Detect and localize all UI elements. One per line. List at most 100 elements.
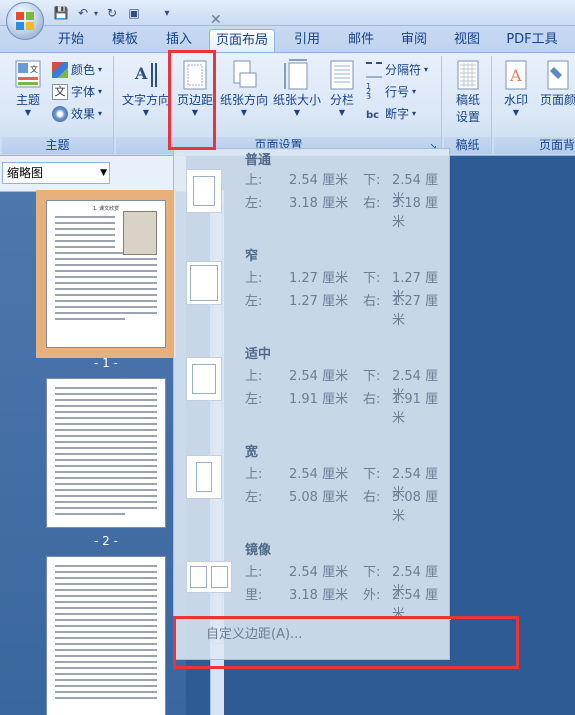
draft-setup-button[interactable]: 稿纸 设置 [448,59,488,125]
office-button[interactable] [6,2,44,40]
right-label: 右: [363,294,381,309]
left-value: 3.18 厘米 [289,196,349,211]
text-direction-icon: A [134,63,157,87]
watermark-button[interactable]: A 水印 ▼ [500,59,532,118]
redo-icon[interactable]: ↻ [103,4,121,22]
watermark-label: 水印 [503,93,528,107]
theme-colors-button[interactable]: 颜色 ▾ [52,60,102,80]
orientation-button[interactable]: 纸张方向 ▼ [218,59,270,118]
right-label: 右: [363,490,381,505]
theme-button[interactable]: 文 主题 ▼ [8,59,48,118]
columns-icon [330,60,354,90]
columns-button[interactable]: 分栏 ▼ [324,59,360,118]
chevron-down-icon: ▼ [240,108,248,117]
right-label: 右: [363,196,381,211]
page-number-2: - 2 - [94,534,118,548]
undo-dropdown-icon[interactable]: ▾ [91,4,101,22]
portrait-image [123,211,157,255]
tab-references[interactable]: 引用 [286,29,328,53]
group-theme-label: 主题 [2,137,113,154]
tab-home[interactable]: 开始 [50,29,92,53]
top-value: 1.27 厘米 [289,271,349,286]
theme-icon: 文 [15,60,41,88]
custom-margins-button[interactable]: 自定义边距(A)... [174,619,451,649]
chevron-down-icon: ▾ [98,109,103,118]
top-label: 上: [245,173,263,188]
line-numbers-button[interactable]: 123 行号 ▾ [366,82,416,102]
draft-paper-icon [457,60,479,90]
inside-label: 里: [245,588,263,603]
top-value: 2.54 厘米 [289,173,349,188]
undo-icon[interactable]: ↶ [74,4,92,22]
margins-button[interactable]: 页边距 ▼ [174,59,216,118]
tab-mailings[interactable]: 邮件 [340,29,382,53]
margin-option-title: 镜像 [245,543,272,558]
top-label: 上: [245,565,263,580]
margin-option-title: 普通 [245,153,272,168]
bottom-label: 下: [363,173,381,188]
print-preview-icon[interactable]: ▣ [125,4,143,22]
ribbon: 文 主题 ▼ 颜色 ▾ 文 字体 ▾ 效果 ▾ 主题 A 文字方向 ▼ 页边距 … [0,52,575,156]
left-value: 5.08 厘米 [289,490,349,505]
page-color-icon [547,60,569,90]
tab-page-layout[interactable]: 页面布局 [209,29,275,53]
chevron-down-icon: ▾ [412,109,417,118]
tab-template[interactable]: 模板 [104,29,146,53]
chevron-down-icon: ▼ [100,168,107,178]
theme-colors-label: 颜色 [71,63,96,77]
customize-toolbar-icon[interactable]: ▾ [158,4,176,22]
margin-option-narrow[interactable]: 窄 上: 1.27 厘米 下: 1.27 厘米 左: 1.27 厘米 右: 1.… [174,245,451,343]
left-label: 左: [245,294,263,309]
breaks-button[interactable]: 分隔符 ▾ [366,60,428,80]
text-direction-button[interactable]: A 文字方向 ▼ [120,59,172,118]
size-label: 纸张大小 [272,93,321,107]
margin-option-normal[interactable]: 普通 上: 2.54 厘米 下: 2.54 厘米 左: 3.18 厘米 右: 3… [174,149,451,247]
theme-fonts-button[interactable]: 文 字体 ▾ [52,82,102,102]
close-icon[interactable]: ✕ [210,12,222,28]
page-thumbnail-3[interactable] [46,556,166,715]
tab-review[interactable]: 审阅 [393,29,435,53]
left-label: 左: [245,392,263,407]
margin-wide-icon [186,455,222,499]
right-label: 右: [363,392,381,407]
thumbnail-view-select[interactable]: 缩略图 ▼ [2,162,110,184]
chevron-down-icon: ▾ [412,87,417,96]
chevron-down-icon: ▾ [98,65,103,74]
left-label: 左: [245,490,263,505]
left-label: 左: [245,196,263,211]
margin-narrow-icon [186,261,222,305]
tab-view[interactable]: 视图 [446,29,488,53]
title-bar: 💾 ↶ ▾ ↻ ▣ ▾ [0,0,575,40]
margin-option-wide[interactable]: 宽 上: 2.54 厘米 下: 2.54 厘米 左: 5.08 厘米 右: 5.… [174,441,451,539]
page-color-button[interactable]: 页面颜 [538,59,575,108]
margin-normal-icon [186,169,222,213]
page-thumbnail-2[interactable] [46,378,166,528]
margin-option-title: 窄 [245,249,259,264]
chevron-down-icon: ▾ [98,87,103,96]
left-value: 1.27 厘米 [289,294,349,309]
orientation-icon [233,60,257,88]
top-label: 上: [245,467,263,482]
page-thumbnail-1[interactable]: 1. 课文欣赏 [46,200,166,348]
right-value: 1.27 厘米 [392,294,439,328]
tab-pdf-tools[interactable]: PDF工具 [500,29,564,53]
group-page-setup: A 文字方向 ▼ 页边距 ▼ 纸张方向 ▼ 纸张大小 ▼ 分栏 ▼ 分隔符 ▾ … [116,56,442,154]
draft-setup-label-2: 设置 [455,110,480,124]
bottom-label: 下: [363,565,381,580]
left-value: 1.91 厘米 [289,392,349,407]
svg-text:文: 文 [30,64,38,74]
right-value: 5.08 厘米 [392,490,439,524]
inside-value: 3.18 厘米 [289,588,349,603]
thumbnail-pane-header: 缩略图 ▼ [0,156,186,192]
line-numbers-label: 行号 [385,85,410,99]
fonts-icon: 文 [52,84,68,100]
margin-option-moderate[interactable]: 适中 上: 2.54 厘米 下: 2.54 厘米 左: 1.91 厘米 右: 1… [174,343,451,441]
save-icon[interactable]: 💾 [52,4,70,22]
theme-effects-button[interactable]: 效果 ▾ [52,104,102,124]
hyphenation-button[interactable]: bc 断字 ▾ [366,104,416,124]
bottom-label: 下: [363,369,381,384]
size-button[interactable]: 纸张大小 ▼ [271,59,323,118]
breaks-icon [366,62,382,78]
group-theme: 文 主题 ▼ 颜色 ▾ 文 字体 ▾ 效果 ▾ 主题 [2,56,114,154]
tab-insert[interactable]: 插入 [158,29,200,53]
